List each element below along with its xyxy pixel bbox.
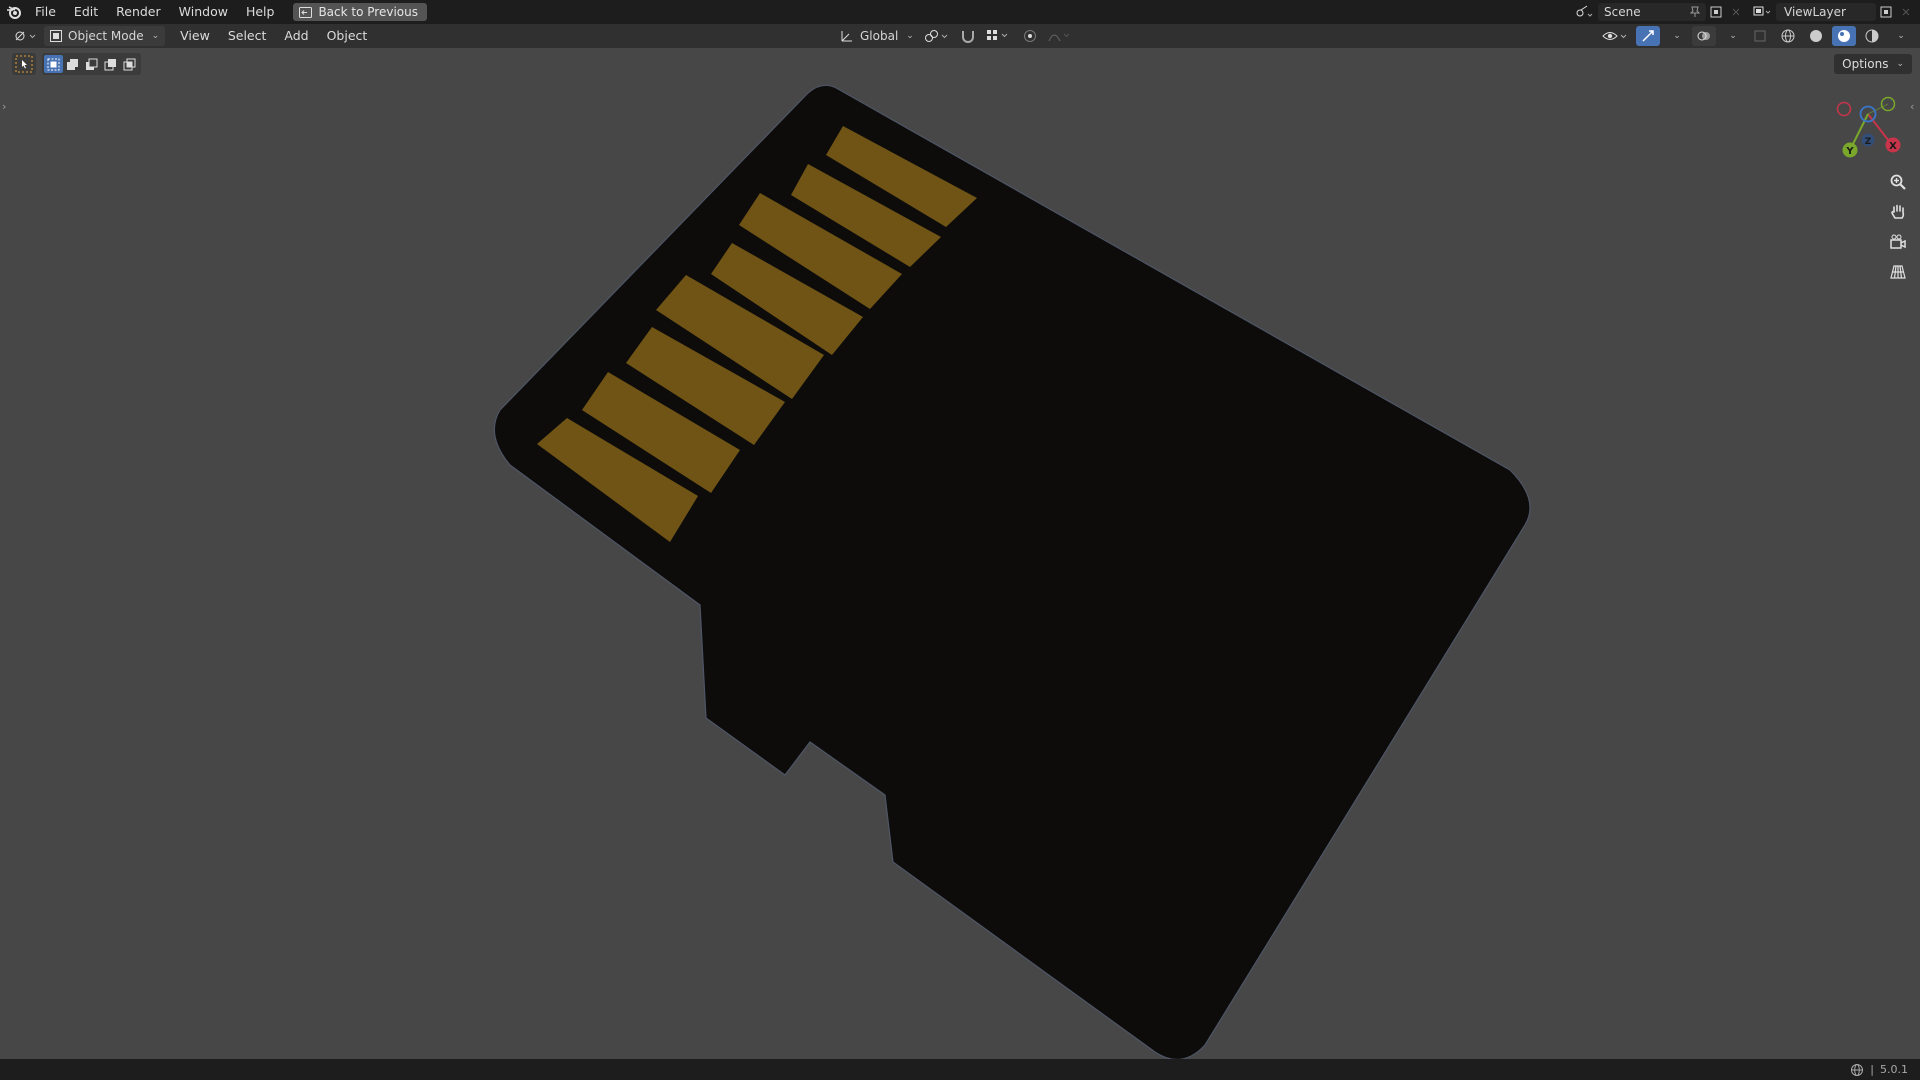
menu-select[interactable]: Select: [219, 24, 276, 48]
chevron-down-icon: ⌄: [1897, 31, 1905, 41]
gizmo-y-label: Y: [1845, 146, 1854, 157]
object-mode-label: Object Mode: [68, 29, 144, 43]
snap-toggle[interactable]: [956, 26, 980, 46]
new-scene-icon[interactable]: [1706, 3, 1726, 21]
zoom-magnifier-icon: [1890, 174, 1906, 190]
version-divider: |: [1870, 1063, 1874, 1076]
status-bar: | 5.0.1: [0, 1059, 1920, 1080]
scene-selector-icon[interactable]: [1574, 3, 1594, 21]
globe-icon: [1851, 1063, 1864, 1076]
menu-render[interactable]: Render: [107, 0, 170, 24]
transform-orientation-dropdown[interactable]: Global ⌄: [836, 26, 918, 46]
version-info: | 5.0.1: [1850, 1063, 1908, 1077]
snap-grid-icon: [986, 30, 1008, 40]
object-mode-dropdown[interactable]: Object Mode ⌄: [44, 26, 166, 46]
xray-icon: [1754, 30, 1766, 42]
view-layer-name-field[interactable]: ViewLayer: [1776, 3, 1876, 21]
material-sphere-icon: [1838, 30, 1850, 42]
remove-scene-icon[interactable]: [1726, 3, 1746, 21]
pin-icon[interactable]: [1690, 6, 1700, 18]
camera-icon: [1890, 234, 1906, 249]
grid-perspective-icon: [1890, 265, 1906, 279]
magnet-icon: [961, 31, 974, 43]
menu-help[interactable]: Help: [237, 0, 284, 24]
chevron-down-icon: ⌄: [1673, 31, 1681, 41]
xray-toggle[interactable]: [1748, 26, 1772, 46]
shading-options-dropdown[interactable]: ⌄: [1888, 26, 1912, 46]
gizmo-toggle[interactable]: [1636, 26, 1660, 46]
microsd-card-body[interactable]: [493, 84, 1531, 1059]
sidebar-expand-arrow-icon[interactable]: ‹: [1910, 100, 1914, 113]
gizmo-neg-x-handle[interactable]: [1836, 101, 1852, 117]
top-right-controls: Scene ViewLayer: [1574, 0, 1920, 24]
chevron-down-icon: ⌄: [906, 31, 914, 41]
menu-add[interactable]: Add: [275, 24, 317, 48]
transform-tools: Global ⌄: [836, 24, 1076, 48]
overlays-toggle[interactable]: [1692, 26, 1716, 46]
new-view-layer-icon[interactable]: [1876, 3, 1896, 21]
gizmo-icon: [1642, 30, 1654, 42]
perspective-toggle-button[interactable]: [1884, 258, 1912, 286]
object-mode-icon: [50, 30, 62, 42]
rendered-sphere-icon: [1865, 29, 1879, 43]
menu-file[interactable]: File: [26, 0, 65, 24]
remove-view-layer-icon[interactable]: [1896, 3, 1916, 21]
proportional-editing-icon: [1023, 30, 1036, 42]
menu-edit[interactable]: Edit: [65, 0, 107, 24]
overlays-icon: [1697, 31, 1710, 41]
proportional-editing-toggle[interactable]: [1018, 26, 1042, 46]
shading-wireframe-button[interactable]: [1776, 26, 1800, 46]
editor-type-icon[interactable]: [12, 26, 40, 46]
version-number: 5.0.1: [1880, 1063, 1908, 1076]
pan-button[interactable]: [1884, 198, 1912, 226]
scene-name-field[interactable]: Scene: [1598, 3, 1706, 21]
viewport-3d[interactable]: [0, 48, 1920, 1059]
menu-window[interactable]: Window: [170, 0, 237, 24]
navigation-gizmo[interactable]: X Y Z: [1830, 92, 1910, 172]
gizmo-options-dropdown[interactable]: ⌄: [1664, 26, 1688, 46]
zoom-button[interactable]: [1884, 168, 1912, 196]
back-to-previous-button[interactable]: Back to Previous: [293, 3, 427, 21]
scene-name: Scene: [1604, 5, 1641, 19]
menu-view[interactable]: View: [171, 24, 219, 48]
orientation-axes-icon: [841, 31, 852, 42]
pivot-point-dropdown[interactable]: [922, 26, 952, 46]
object-visibility-dropdown[interactable]: [1600, 26, 1632, 46]
shading-rendered-button[interactable]: [1860, 26, 1884, 46]
back-to-previous-label: Back to Previous: [318, 5, 418, 19]
view-layer-selector-icon[interactable]: [1752, 3, 1772, 21]
top-bar: File Edit Render Window Help Back to Pre…: [0, 0, 1920, 24]
falloff-curve-icon: [1048, 33, 1070, 42]
viewport-display-tools: ⌄ ⌄ ⌄: [1600, 24, 1912, 48]
hand-pan-icon: [1891, 204, 1905, 219]
proportional-falloff-dropdown[interactable]: [1046, 26, 1076, 46]
viewport-header: Object Mode ⌄ View Select Add Object Glo…: [0, 24, 1920, 48]
chevron-down-icon: ⌄: [1729, 31, 1737, 41]
shading-solid-button[interactable]: [1804, 26, 1828, 46]
chevron-down-icon: ⌄: [151, 31, 160, 41]
view-layer-name: ViewLayer: [1784, 5, 1846, 19]
gizmo-x-label: X: [1889, 141, 1897, 152]
menu-object[interactable]: Object: [318, 24, 377, 48]
eye-icon: [1602, 32, 1627, 40]
snap-target-dropdown[interactable]: [984, 26, 1014, 46]
back-screen-icon: [299, 6, 313, 18]
camera-view-button[interactable]: [1884, 228, 1912, 256]
solid-sphere-icon: [1810, 30, 1822, 42]
shading-material-button[interactable]: [1832, 26, 1856, 46]
toolbar-expand-arrow-icon[interactable]: ›: [2, 100, 6, 113]
wireframe-sphere-icon: [1781, 29, 1795, 43]
gizmo-z-label: Z: [1865, 137, 1872, 147]
overlays-options-dropdown[interactable]: ⌄: [1720, 26, 1744, 46]
transform-orientation-label: Global: [860, 29, 899, 43]
blender-logo-icon[interactable]: [2, 0, 26, 24]
pivot-link-icon: [924, 30, 948, 42]
